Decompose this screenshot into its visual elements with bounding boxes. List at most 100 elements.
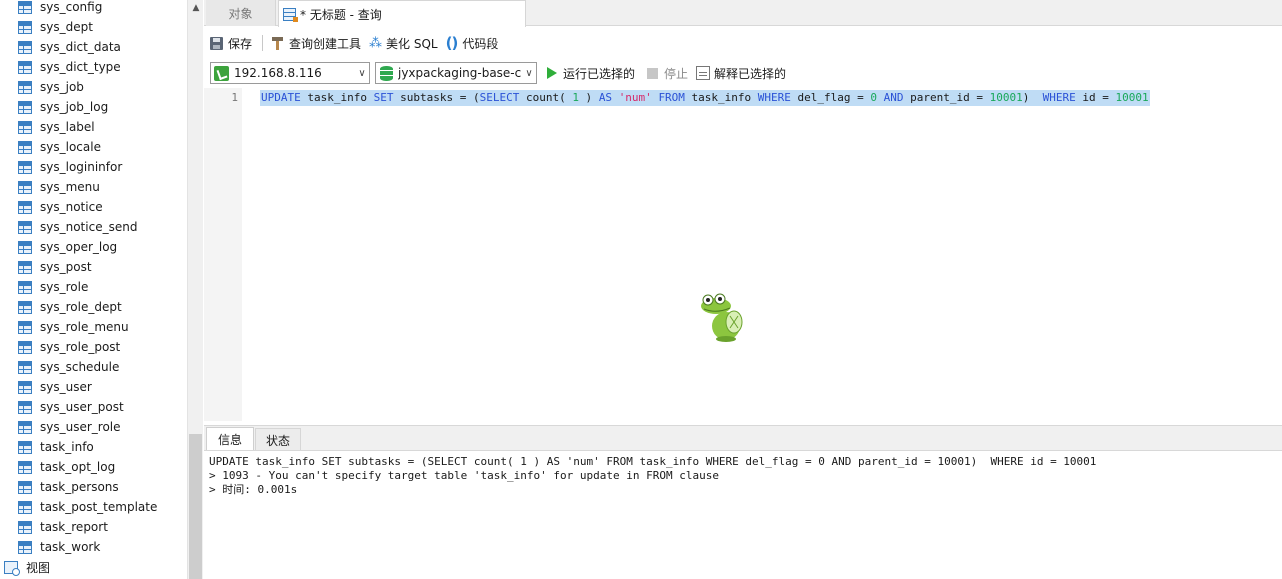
tree-item-task_post_template[interactable]: task_post_template — [18, 497, 157, 517]
tree-item-label: sys_job — [40, 80, 84, 94]
tree-item-label: sys_role_post — [40, 340, 121, 354]
save-button[interactable]: 保存 — [210, 32, 252, 54]
tree-item-views[interactable]: 视图 — [4, 557, 50, 577]
chevron-down-icon[interactable]: ∨ — [355, 68, 369, 79]
tree-item-sys_user_role[interactable]: sys_user_role — [18, 417, 121, 437]
sql-token: del_flag = — [790, 91, 871, 104]
line-number: 1 — [231, 91, 238, 104]
tree-item-sys_dict_data[interactable]: sys_dict_data — [18, 37, 121, 57]
scroll-thumb[interactable] — [189, 434, 202, 579]
database-select[interactable]: jyxpackaging-base-c ∨ — [375, 62, 537, 84]
tree-item-sys_locale[interactable]: sys_locale — [18, 137, 101, 157]
run-selected-button[interactable]: 运行已选择的 — [563, 65, 635, 82]
tree-item-sys_user_post[interactable]: sys_user_post — [18, 397, 124, 417]
beautify-sql-button[interactable]: ⁂ 美化 SQL — [369, 32, 438, 54]
sql-editor[interactable]: 1 UPDATE task_info SET subtasks = (SELEC… — [204, 88, 1282, 421]
tree-item-label: sys_user — [40, 380, 92, 394]
line-gutter: 1 — [204, 88, 242, 421]
tab-info[interactable]: 信息 — [206, 427, 254, 451]
tab-status-label: 状态 — [265, 433, 290, 448]
tree-item-task_work[interactable]: task_work — [18, 537, 100, 557]
message-output[interactable]: UPDATE task_info SET subtasks = (SELECT … — [204, 450, 1282, 579]
tree-item-sys_label[interactable]: sys_label — [18, 117, 95, 137]
sql-token: AS — [598, 91, 613, 104]
sql-token: WHERE — [757, 91, 791, 104]
tree-item-sys_menu[interactable]: sys_menu — [18, 177, 100, 197]
table-icon — [18, 500, 32, 514]
tree-item-sys_schedule[interactable]: sys_schedule — [18, 357, 119, 377]
tree-item-sys_notice_send[interactable]: sys_notice_send — [18, 217, 137, 237]
tree-item-sys_role[interactable]: sys_role — [18, 277, 88, 297]
table-icon — [18, 340, 32, 354]
sql-token: FROM — [658, 91, 685, 104]
sql-token: WHERE — [1042, 91, 1076, 104]
table-icon — [18, 200, 32, 214]
tree-item-sys_role_post[interactable]: sys_role_post — [18, 337, 120, 357]
code-snippet-button[interactable]: () 代码段 — [446, 32, 499, 54]
query-builder-button[interactable]: 查询创建工具 — [271, 32, 361, 54]
table-icon — [18, 160, 32, 174]
chevron-down-icon[interactable]: ∨ — [522, 68, 536, 79]
tree-item-task_opt_log[interactable]: task_opt_log — [18, 457, 115, 477]
tree-item-label: sys_user_role — [40, 420, 121, 434]
explain-icon[interactable] — [696, 66, 711, 80]
table-icon — [18, 180, 32, 194]
tree-item-sys_notice[interactable]: sys_notice — [18, 197, 103, 217]
tree-item-label: sys_dict_data — [40, 40, 121, 54]
tree-item-sys_post[interactable]: sys_post — [18, 257, 92, 277]
tree-item-label: sys_notice_send — [40, 220, 138, 234]
table-icon — [18, 440, 32, 454]
sql-token: ) — [578, 91, 599, 104]
tree-item-label: task_opt_log — [40, 460, 116, 474]
scroll-up-icon[interactable]: ▲ — [190, 2, 202, 14]
table-icon — [18, 320, 32, 334]
connection-select[interactable]: 192.168.8.116 ∨ — [210, 62, 370, 84]
query-builder-label: 查询创建工具 — [289, 36, 362, 51]
tree-item-sys_role_menu[interactable]: sys_role_menu — [18, 317, 129, 337]
tree-item-task_persons[interactable]: task_persons — [18, 477, 119, 497]
stop-icon[interactable] — [647, 67, 659, 79]
tree-item-sys_dept[interactable]: sys_dept — [18, 17, 93, 37]
tree-scrollbar[interactable]: ▲ — [187, 0, 203, 579]
explain-selected-button[interactable]: 解释已选择的 — [714, 65, 786, 82]
hammer-icon — [271, 36, 284, 50]
tree-item-sys_role_dept[interactable]: sys_role_dept — [18, 297, 122, 317]
tree-item-sys_oper_log[interactable]: sys_oper_log — [18, 237, 117, 257]
sql-token: task_info — [300, 91, 374, 104]
tree-item-task_info[interactable]: task_info — [18, 437, 94, 457]
sql-token: ) — [1022, 91, 1043, 104]
tree-item-sys_job[interactable]: sys_job — [18, 77, 84, 97]
tab-objects[interactable]: 对象 — [206, 0, 276, 26]
code-line[interactable]: UPDATE task_info SET subtasks = (SELECT … — [260, 90, 1150, 106]
parentheses-icon: () — [445, 34, 459, 52]
connection-bar: 192.168.8.116 ∨ jyxpackaging-base-c ∨ 运行… — [204, 61, 1282, 85]
sql-token: SET — [373, 91, 394, 104]
play-icon[interactable] — [547, 67, 557, 79]
tree-item-label: sys_dict_type — [40, 60, 121, 74]
table-icon — [18, 360, 32, 374]
tree-item-sys_config[interactable]: sys_config — [18, 0, 102, 17]
tree-item-task_report[interactable]: task_report — [18, 517, 108, 537]
toolbar-divider — [262, 35, 264, 51]
table-icon — [18, 400, 32, 414]
tree-item-label: sys_dept — [40, 20, 93, 34]
save-icon — [210, 36, 223, 50]
code-snippet-label: 代码段 — [462, 36, 499, 51]
stop-button[interactable]: 停止 — [664, 65, 688, 82]
database-value: jyxpackaging-base-c — [398, 66, 522, 80]
toolbar: 保存 查询创建工具 ⁂ 美化 SQL () 代码段 — [204, 31, 1282, 55]
tree-item-label: sys_menu — [40, 180, 100, 194]
tree-item-sys_job_log[interactable]: sys_job_log — [18, 97, 108, 117]
sql-token: SELECT — [479, 91, 520, 104]
tree-item-sys_logininfor[interactable]: sys_logininfor — [18, 157, 122, 177]
table-icon — [18, 240, 32, 254]
tree-item-sys_dict_type[interactable]: sys_dict_type — [18, 57, 121, 77]
tab-query[interactable]: * 无标题 - 查询 — [278, 0, 526, 27]
tree-item-sys_user[interactable]: sys_user — [18, 377, 92, 397]
sql-token: task_info — [684, 91, 758, 104]
tree-item-label: sys_user_post — [40, 400, 124, 414]
tab-status[interactable]: 状态 — [255, 428, 301, 451]
table-icon — [18, 300, 32, 314]
